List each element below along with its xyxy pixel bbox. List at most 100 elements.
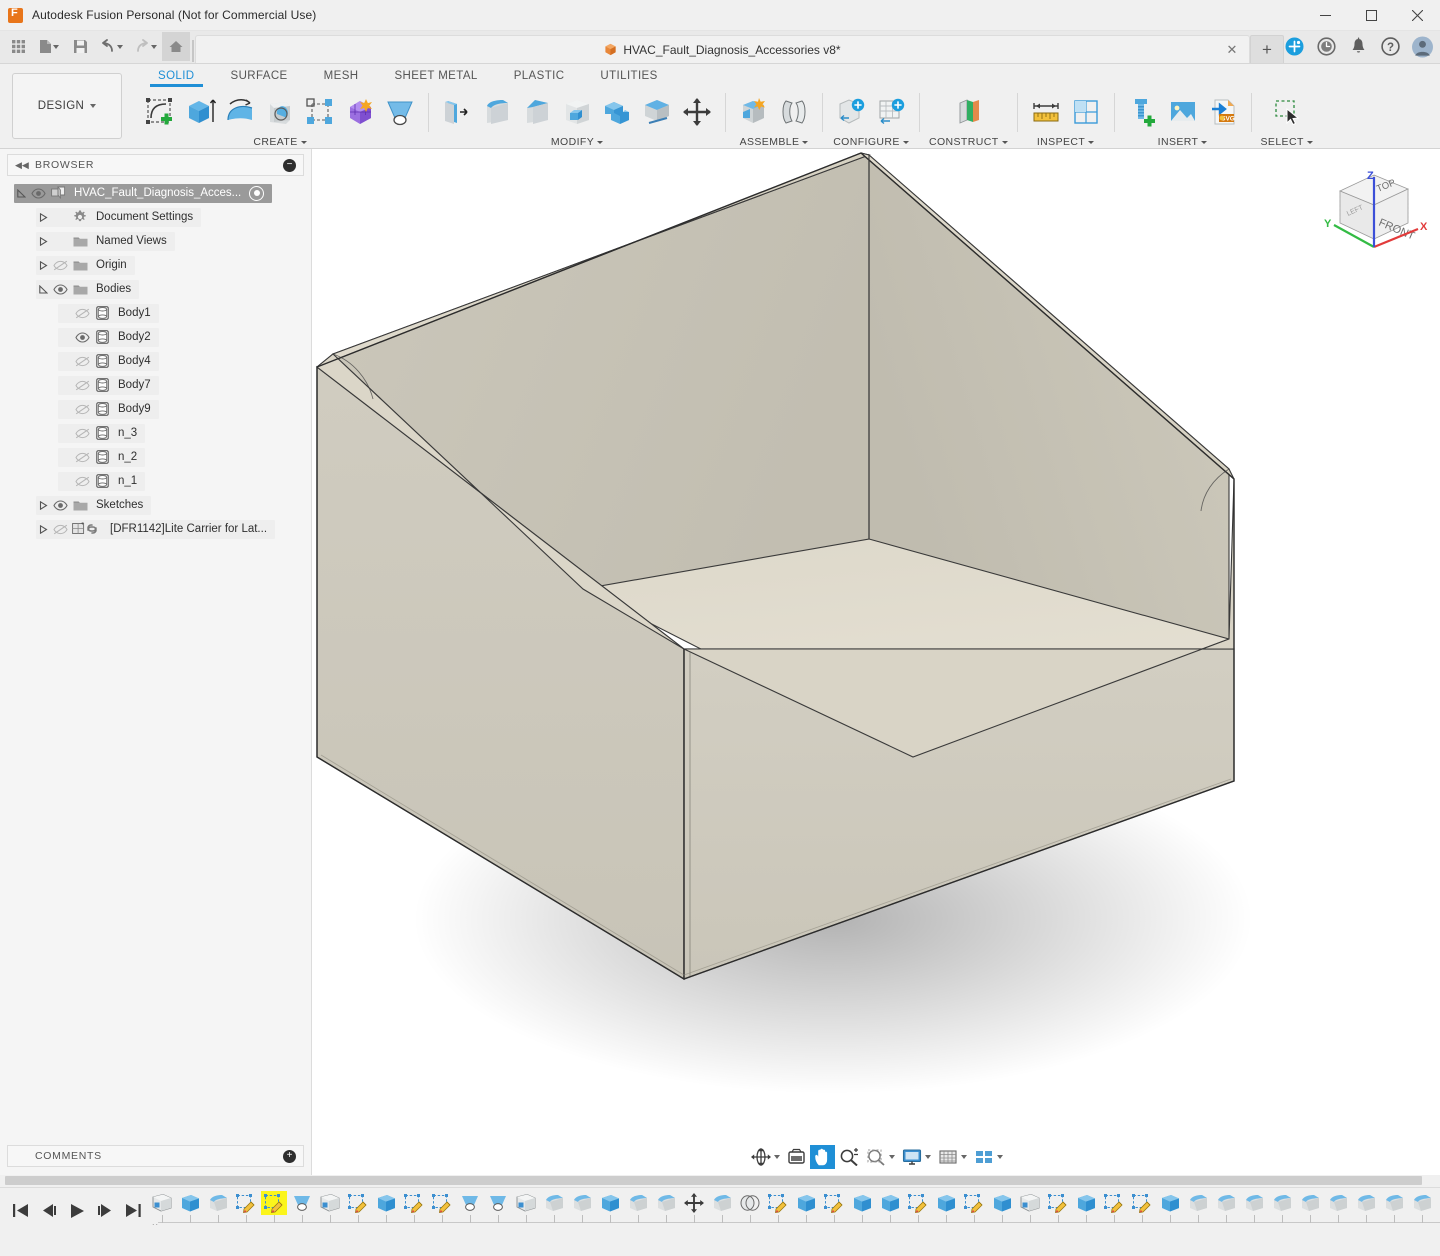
timeline-feature-27[interactable] bbox=[904, 1191, 932, 1223]
press-pull-button[interactable] bbox=[438, 91, 476, 133]
help-question-icon[interactable]: ? bbox=[1380, 36, 1401, 57]
timeline-step-back-button[interactable] bbox=[36, 1196, 62, 1226]
timeline-scrollbar[interactable] bbox=[0, 1175, 1440, 1187]
browser-node-named-views[interactable]: Named Views bbox=[0, 229, 311, 253]
activate-component-radio[interactable] bbox=[249, 185, 265, 201]
timeline-feature-34[interactable] bbox=[1100, 1191, 1128, 1223]
chamfer-button[interactable] bbox=[518, 91, 556, 133]
timeline-feature-21[interactable] bbox=[736, 1191, 764, 1223]
timeline-go-end-button[interactable] bbox=[120, 1196, 146, 1226]
new-tab-button[interactable]: + bbox=[1250, 35, 1284, 63]
timeline-feature-33[interactable] bbox=[1072, 1191, 1100, 1223]
viewports-button[interactable] bbox=[971, 1145, 1006, 1169]
browser-node-row[interactable]: Bodies bbox=[36, 279, 140, 299]
timeline-feature-18[interactable] bbox=[652, 1191, 680, 1223]
browser-node-row[interactable]: n_3 bbox=[58, 423, 146, 443]
browser-node-bodies[interactable]: Bodies bbox=[0, 277, 311, 301]
browser-node-row[interactable]: HVAC_Fault_Diagnosis_Acces... bbox=[14, 183, 273, 203]
sweep-button[interactable] bbox=[261, 91, 299, 133]
timeline-feature-3[interactable] bbox=[232, 1191, 260, 1223]
timeline-go-start-button[interactable] bbox=[8, 1196, 34, 1226]
timeline-feature-25[interactable] bbox=[848, 1191, 876, 1223]
browser-node-row[interactable]: n_1 bbox=[58, 471, 146, 491]
timeline-feature-36[interactable] bbox=[1156, 1191, 1184, 1223]
new-component-button[interactable] bbox=[735, 91, 773, 133]
offset-plane-button[interactable] bbox=[949, 91, 987, 133]
display-settings-button[interactable] bbox=[899, 1145, 934, 1169]
timeline-feature-31[interactable] bbox=[1016, 1191, 1044, 1223]
browser-node-sketches[interactable]: Sketches bbox=[0, 493, 311, 517]
timeline-feature-40[interactable] bbox=[1268, 1191, 1296, 1223]
zoom-button[interactable] bbox=[836, 1145, 862, 1169]
fit-button[interactable] bbox=[863, 1145, 898, 1169]
3d-viewport[interactable]: TOP FRONT LEFT X Y Z bbox=[313, 149, 1440, 1175]
app-grid-button[interactable] bbox=[4, 32, 32, 61]
visibility-toggle[interactable] bbox=[50, 520, 70, 539]
timeline-feature-44[interactable] bbox=[1380, 1191, 1408, 1223]
close-icon[interactable]: ✕ bbox=[1225, 43, 1239, 57]
expand-toggle[interactable] bbox=[14, 184, 28, 203]
timeline-feature-23[interactable] bbox=[792, 1191, 820, 1223]
browser-node-body9[interactable]: Body9 bbox=[0, 397, 311, 421]
timeline-feature-0[interactable] bbox=[148, 1191, 176, 1223]
panel-select-title[interactable]: SELECT bbox=[1261, 136, 1313, 148]
browser-node-body1[interactable]: Body1 bbox=[0, 301, 311, 325]
expand-toggle[interactable] bbox=[36, 280, 50, 299]
canvas-insert-button[interactable] bbox=[1164, 91, 1202, 133]
browser-node-row[interactable]: n_2 bbox=[58, 447, 146, 467]
timeline-feature-28[interactable] bbox=[932, 1191, 960, 1223]
panel-configure-title[interactable]: CONFIGURE bbox=[833, 136, 909, 148]
timeline-feature-45[interactable] bbox=[1408, 1191, 1436, 1223]
panel-construct-title[interactable]: CONSTRUCT bbox=[929, 136, 1008, 148]
timeline-feature-30[interactable] bbox=[988, 1191, 1016, 1223]
insert-svg-button[interactable]: SVG bbox=[1204, 91, 1242, 133]
look-at-button[interactable] bbox=[784, 1145, 809, 1169]
browser-node-row[interactable]: Body9 bbox=[58, 399, 159, 419]
timeline-feature-22[interactable] bbox=[764, 1191, 792, 1223]
browser-node-body4[interactable]: Body4 bbox=[0, 349, 311, 373]
redo-button[interactable] bbox=[128, 32, 162, 61]
pattern-button[interactable] bbox=[301, 91, 339, 133]
browser-node-body2[interactable]: Body2 bbox=[0, 325, 311, 349]
visibility-toggle[interactable] bbox=[50, 496, 70, 515]
timeline-feature-41[interactable] bbox=[1296, 1191, 1324, 1223]
model-tray-body[interactable] bbox=[313, 149, 1440, 1175]
expand-toggle[interactable] bbox=[36, 208, 50, 227]
configuration-table-button[interactable] bbox=[872, 91, 910, 133]
timeline-play-button[interactable] bbox=[64, 1196, 90, 1226]
create-form-button[interactable] bbox=[341, 91, 379, 133]
browser-node-n-2[interactable]: n_2 bbox=[0, 445, 311, 469]
visibility-toggle[interactable] bbox=[50, 256, 70, 275]
fillet-button[interactable] bbox=[478, 91, 516, 133]
browser-node-row[interactable]: Body4 bbox=[58, 351, 159, 371]
timeline-feature-42[interactable] bbox=[1324, 1191, 1352, 1223]
timeline-feature-24[interactable] bbox=[820, 1191, 848, 1223]
visibility-toggle[interactable] bbox=[72, 448, 92, 467]
visibility-toggle[interactable] bbox=[72, 304, 92, 323]
panel-modify-title[interactable]: MODIFY bbox=[551, 136, 604, 148]
browser-node-body7[interactable]: Body7 bbox=[0, 373, 311, 397]
maximize-button[interactable] bbox=[1348, 0, 1394, 31]
collapse-left-arrows-icon[interactable]: ◀◀ bbox=[15, 160, 29, 171]
browser-node-dfr1142-lite-carrier-for-lat[interactable]: [DFR1142]Lite Carrier for Lat... bbox=[0, 517, 311, 541]
browser-node-n-3[interactable]: n_3 bbox=[0, 421, 311, 445]
panel-create-title[interactable]: CREATE bbox=[253, 136, 307, 148]
shell-button[interactable] bbox=[558, 91, 596, 133]
visibility-toggle[interactable] bbox=[72, 328, 92, 347]
visibility-toggle[interactable] bbox=[72, 424, 92, 443]
timeline-feature-13[interactable] bbox=[512, 1191, 540, 1223]
timeline-feature-29[interactable] bbox=[960, 1191, 988, 1223]
minimize-button[interactable] bbox=[1302, 0, 1348, 31]
save-button[interactable] bbox=[66, 32, 94, 61]
timeline-feature-20[interactable] bbox=[708, 1191, 736, 1223]
timeline-feature-9[interactable] bbox=[400, 1191, 428, 1223]
section-analysis-button[interactable] bbox=[1067, 91, 1105, 133]
timeline-feature-35[interactable] bbox=[1128, 1191, 1156, 1223]
timeline-feature-11[interactable] bbox=[456, 1191, 484, 1223]
panel-inspect-title[interactable]: INSPECT bbox=[1037, 136, 1095, 148]
visibility-toggle[interactable] bbox=[50, 280, 70, 299]
timeline-feature-39[interactable] bbox=[1240, 1191, 1268, 1223]
split-face-button[interactable] bbox=[638, 91, 676, 133]
timeline-feature-43[interactable] bbox=[1352, 1191, 1380, 1223]
timeline-feature-17[interactable] bbox=[624, 1191, 652, 1223]
